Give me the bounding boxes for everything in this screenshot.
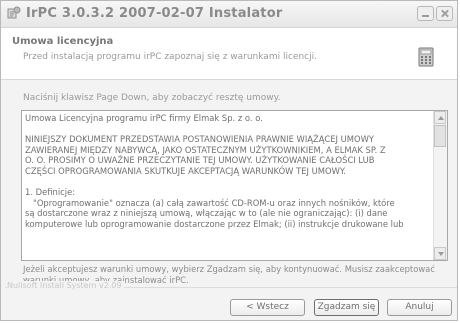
title-bar[interactable]: IrPC 3.0.3.2 2007-02-07 Instalator [1,1,457,28]
minimize-button[interactable] [417,6,434,21]
license-line: CZĘŚCI OPROGRAMOWANIA SKUTKUJE AKCEPTACJ… [25,165,346,176]
page-subtitle: Przed instalacją programu irPC zapoznaj … [23,52,317,62]
installer-app-icon [7,6,21,19]
license-line: "Oprogramowanie" oznacza (a) całą zawart… [25,197,395,208]
scroll-down-arrow-icon[interactable] [434,247,446,260]
installer-brand: Nullsoft Install System v2.09 [7,281,125,290]
cancel-button[interactable]: Anuluj [387,299,452,316]
license-text-box[interactable]: Umowa Licencyjna programu irPC firmy Elm… [21,110,448,261]
license-line: komputerowe lub oprogramowanie dostarczo… [25,218,404,229]
installer-window: IrPC 3.0.3.2 2007-02-07 Instalator Umowa… [0,0,458,321]
scroll-up-arrow-icon[interactable] [434,111,446,124]
license-scrollbar[interactable] [433,111,447,260]
page-down-instruction: Naciśnij klawisz Page Down, aby zobaczyć… [23,93,281,103]
minimize-icon [422,15,429,17]
license-line: ZAWIERANEJ MIĘDZY NABYWCĄ, JAKO OSTATECZ… [25,144,386,155]
license-text: Umowa Licencyjna programu irPC firmy Elm… [25,113,430,230]
license-line: Umowa Licencyjna programu irPC firmy Elm… [25,113,263,123]
agree-button[interactable]: Zgadzam się [314,299,379,316]
back-button[interactable]: < Wstecz [230,299,305,316]
page-title: Umowa licencyjna [12,36,114,47]
scroll-thumb[interactable] [434,125,446,147]
license-line: są dostarczone wraz z niniejszą umową, w… [25,208,388,219]
license-line: O. O. PROSIMY O UWAŻNE PRZECZYTANIE TEJ … [25,155,375,166]
installer-header-icon [418,47,434,67]
license-line: 1. Definicje: [25,187,76,198]
close-button[interactable] [436,6,453,21]
window-title: IrPC 3.0.3.2 2007-02-07 Instalator [26,6,283,21]
page-header: Umowa licencyjna Przed instalacją progra… [1,28,457,80]
license-line: NINIEJSZY DOKUMENT PRZEDSTAWIA POSTANOWI… [25,134,374,145]
